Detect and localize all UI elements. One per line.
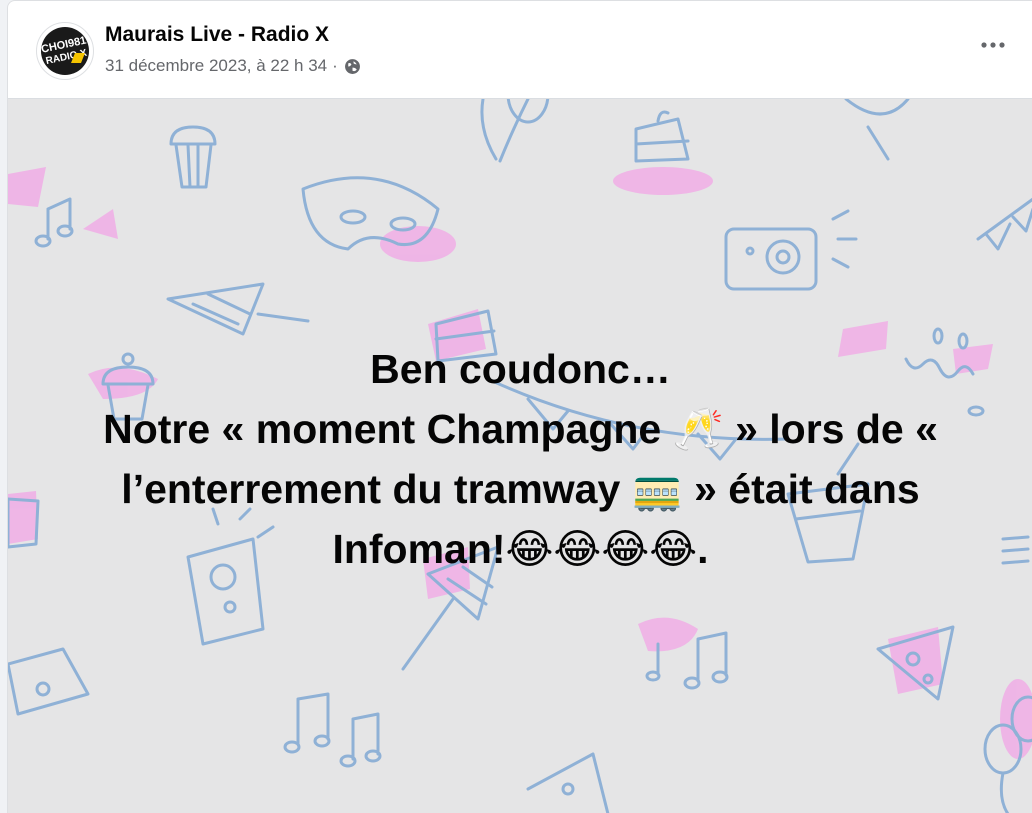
post-image[interactable]: Ben coudonc… Notre « moment Champagne 🥂 … [8, 98, 1032, 813]
meta-separator: · [332, 56, 338, 75]
image-caption: Ben coudonc… Notre « moment Champagne 🥂 … [28, 339, 1013, 579]
radio-x-logo: CHOI981 RADIO X [40, 27, 89, 75]
post-timestamp[interactable]: 31 décembre 2023, à 22 h 34 [105, 56, 327, 76]
caption-line-4: Infoman!😂😂😂😂. [332, 526, 709, 572]
post-meta: 31 décembre 2023, à 22 h 34 · [105, 56, 361, 76]
caption-line-2: Notre « moment Champagne 🥂 » lors de « [103, 406, 938, 452]
caption-line-3: l’enterrement du tramway 🚃 » était dans [121, 466, 920, 512]
more-options-icon[interactable] [973, 25, 1013, 65]
post-author[interactable]: Maurais Live - Radio X [105, 23, 329, 47]
post-card: CHOI981 RADIO X Maurais Live - Radio X 3… [7, 0, 1032, 813]
caption-line-1: Ben coudonc… [370, 346, 671, 392]
post-header: CHOI981 RADIO X Maurais Live - Radio X 3… [8, 1, 1032, 98]
globe-icon[interactable] [344, 58, 361, 75]
page-avatar[interactable]: CHOI981 RADIO X [36, 22, 94, 80]
